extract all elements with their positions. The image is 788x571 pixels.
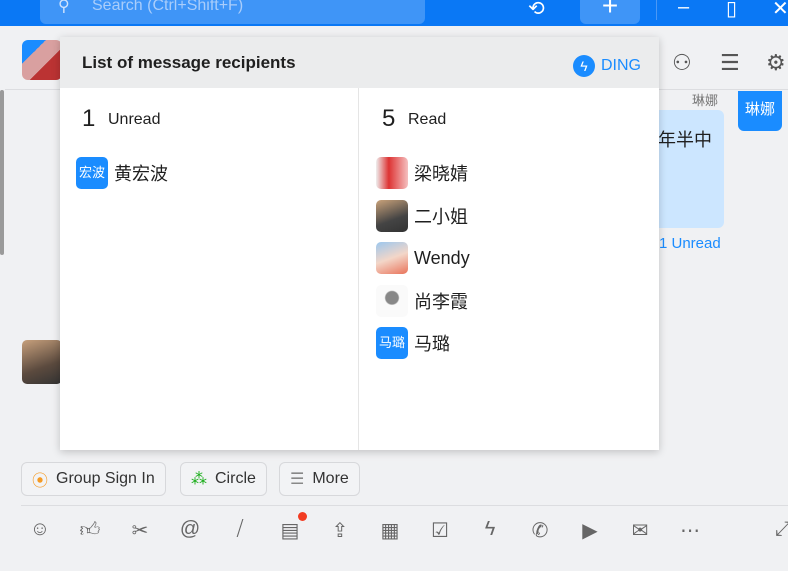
live-icon[interactable]: ▶	[577, 518, 603, 543]
unread-label: Unread	[108, 111, 161, 128]
avatar	[376, 242, 408, 275]
unread-status-link[interactable]: 1 Unread	[659, 235, 721, 252]
search-history-icon[interactable]: ☰	[720, 50, 740, 76]
read-label: Read	[408, 111, 447, 128]
call-icon[interactable]: ✆	[527, 518, 553, 543]
message-text: 年半中	[658, 130, 712, 150]
recipient-name: 二小姐	[414, 206, 468, 227]
expand-icon[interactable]: ⤢	[770, 518, 788, 541]
ding-label: DING	[601, 57, 641, 74]
maximize-button[interactable]: ▯	[726, 0, 737, 21]
read-count: 5	[382, 105, 396, 132]
add-member-icon[interactable]: ⚇	[672, 50, 692, 76]
search-icon: ⚲	[58, 0, 70, 15]
mention-icon[interactable]: @	[177, 518, 203, 541]
member-avatar[interactable]	[22, 340, 62, 384]
popup-header: List of message recipients ϟ DING	[60, 37, 659, 88]
button-label: More	[312, 470, 349, 487]
button-label: Circle	[215, 470, 256, 487]
recipient-name: 梁晓婧	[414, 164, 468, 185]
thumbs-up-icon[interactable]: 👍︎	[77, 518, 103, 542]
close-button[interactable]: ✕	[772, 0, 788, 21]
new-doc-icon[interactable]: ▤	[277, 518, 303, 543]
add-button[interactable]: +	[580, 0, 640, 24]
lightning-icon: ϟ	[573, 55, 595, 77]
scissors-icon[interactable]: ✂	[127, 518, 153, 543]
group-sign-in-button[interactable]: ⦿ Group Sign In	[21, 462, 166, 496]
location-pin-icon: ⦿	[32, 473, 49, 490]
recipient-item[interactable]: 马璐 马璐	[376, 322, 470, 365]
recipient-name: 马璐	[414, 334, 450, 355]
slash-command-icon[interactable]: ⧸	[227, 518, 253, 541]
avatar: 马璐	[376, 327, 408, 360]
title-bar: ⚲ Search (Ctrl+Shift+F) ⟲ + – ▯ ✕	[0, 0, 788, 26]
circle-button[interactable]: ⁂ Circle	[180, 462, 267, 496]
divider	[21, 505, 788, 506]
unread-column: 1 Unread 宏波 黄宏波	[60, 88, 359, 450]
upload-file-icon[interactable]: ⇪	[327, 518, 353, 543]
recipients-popup: List of message recipients ϟ DING 1 Unrea…	[60, 37, 659, 450]
menu-icon: ☰	[290, 471, 305, 488]
recipient-item[interactable]: 尚李霞	[376, 280, 470, 323]
avatar	[376, 199, 408, 232]
more-tools-icon[interactable]: ⋯	[677, 518, 703, 543]
avatar: 宏波	[76, 157, 108, 190]
search-input[interactable]: ⚲ Search (Ctrl+Shift+F)	[40, 0, 425, 24]
ding-button[interactable]: ϟ DING	[573, 55, 641, 77]
recipient-item[interactable]: 二小姐	[376, 195, 470, 238]
recipient-item[interactable]: Wendy	[376, 237, 470, 280]
settings-icon[interactable]: ⚙	[766, 50, 786, 76]
scrollbar[interactable]	[0, 90, 4, 255]
circle-icon: ⁂	[191, 471, 207, 488]
ding-icon[interactable]: ϟ	[477, 518, 503, 541]
avatar	[376, 157, 408, 190]
recipient-name: Wendy	[414, 247, 470, 268]
divider	[656, 0, 657, 20]
recipient-name: 黄宏波	[114, 164, 168, 185]
notification-dot	[298, 512, 307, 521]
sender-avatar[interactable]: 琳娜	[738, 91, 782, 131]
mail-icon[interactable]: ✉	[627, 518, 653, 543]
popup-title: List of message recipients	[82, 53, 296, 72]
more-button[interactable]: ☰ More	[279, 462, 360, 496]
calendar-icon[interactable]: ▦	[377, 518, 403, 543]
history-icon[interactable]: ⟲	[528, 0, 545, 21]
task-icon[interactable]: ☑	[427, 518, 453, 543]
unread-count: 1	[82, 105, 96, 132]
button-label: Group Sign In	[56, 470, 155, 487]
avatar	[376, 284, 408, 317]
emoji-icon[interactable]: ☺	[27, 518, 53, 541]
recipient-item[interactable]: 宏波 黄宏波	[76, 152, 168, 195]
group-avatar[interactable]	[22, 40, 62, 80]
recipient-item[interactable]: 梁晓婧	[376, 152, 470, 195]
search-placeholder: Search (Ctrl+Shift+F)	[92, 0, 244, 14]
read-column: 5 Read 梁晓婧 二小姐 Wendy 尚李霞 马璐 马璐	[360, 88, 659, 450]
sender-name: 琳娜	[692, 93, 719, 108]
recipient-name: 尚李霞	[414, 291, 468, 312]
minimize-button[interactable]: –	[678, 0, 689, 19]
